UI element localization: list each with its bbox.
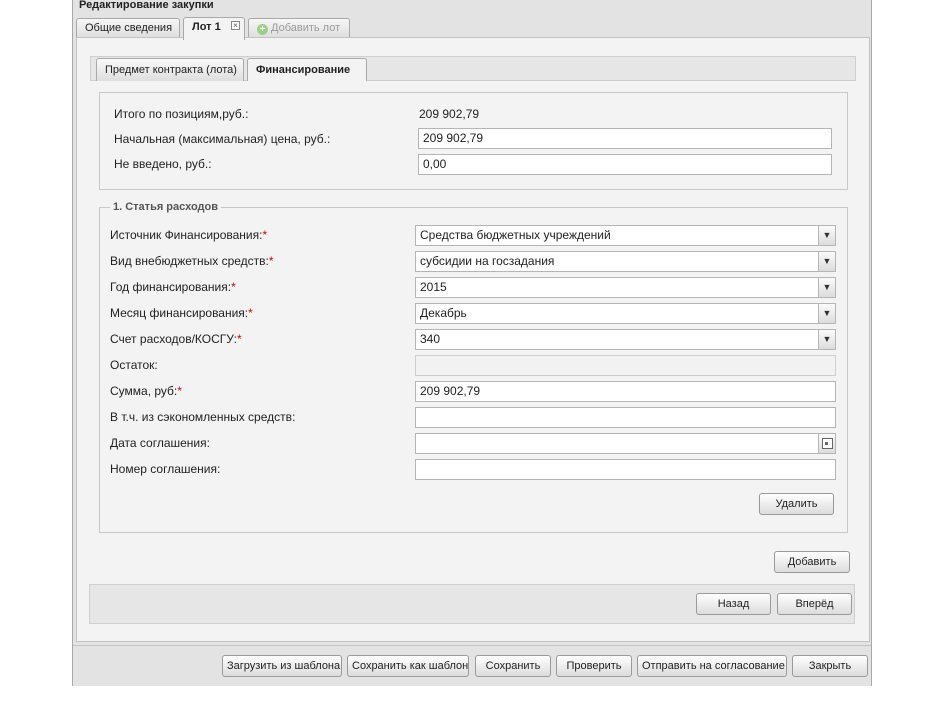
- bottom-toolbar: Загрузить из шаблона Сохранить как шабло…: [73, 645, 871, 686]
- load-template-button[interactable]: Загрузить из шаблона: [222, 655, 342, 677]
- required-mark: *: [248, 306, 253, 320]
- saved-funds-field[interactable]: [415, 407, 836, 428]
- sum-field[interactable]: 209 902,79: [415, 381, 836, 402]
- required-mark: *: [262, 228, 268, 242]
- total-value: 209 902,79: [419, 107, 480, 121]
- required-mark: *: [177, 384, 182, 398]
- tab-add-lot-label: Добавить лот: [271, 22, 341, 34]
- inner-tab-strip: Предмет контракта (лота) Финансирование: [90, 56, 856, 81]
- chevron-down-icon[interactable]: ▼: [818, 278, 835, 297]
- send-for-approval-button[interactable]: Отправить на согласование: [637, 655, 787, 677]
- tab-contract-subject-label: Предмет контракта (лота): [105, 64, 237, 76]
- tab-general-label: Общие сведения: [85, 22, 173, 34]
- tab-general[interactable]: Общие сведения: [76, 18, 180, 39]
- month-label: Месяц финансирования:*: [110, 306, 253, 320]
- not-entered-label: Не введено, руб.:: [114, 157, 212, 171]
- summary-box: Итого по позициям,руб.: 209 902,79 Начал…: [99, 92, 848, 190]
- back-button[interactable]: Назад: [696, 593, 771, 615]
- expense-article-box: 1. Статья расходов Источник Финансирован…: [99, 201, 848, 533]
- tab-lot-1[interactable]: Лот 1 ×: [183, 17, 245, 40]
- saved-funds-label: В т.ч. из сэкономленных средств:: [110, 410, 296, 424]
- delete-button[interactable]: Удалить: [759, 493, 834, 515]
- chevron-down-icon[interactable]: ▼: [818, 252, 835, 271]
- sum-label: Сумма, руб:*: [110, 384, 182, 398]
- tab-financing[interactable]: Финансирование: [247, 58, 367, 81]
- extra-funds-label: Вид внебюджетных средств:*: [110, 254, 274, 268]
- save-template-button[interactable]: Сохранить как шаблон: [347, 655, 469, 677]
- not-entered-field[interactable]: 0,00: [418, 154, 832, 175]
- extra-funds-select[interactable]: субсидии на госзадания ▼: [415, 251, 836, 272]
- calendar-icon[interactable]: [818, 434, 835, 453]
- tab-financing-label: Финансирование: [256, 64, 351, 76]
- required-mark: *: [231, 280, 236, 294]
- required-mark: *: [236, 332, 242, 346]
- chevron-down-icon[interactable]: ▼: [818, 226, 835, 245]
- forward-button[interactable]: Вперёд: [777, 593, 852, 615]
- year-label: Год финансирования:*: [110, 280, 236, 294]
- not-entered-value: 0,00: [423, 157, 447, 171]
- check-button[interactable]: Проверить: [556, 655, 632, 677]
- source-value: Средства бюджетных учреждений: [420, 228, 611, 242]
- window-title: Редактирование закупки: [79, 0, 214, 11]
- source-label: Источник Финансирования:*: [110, 228, 268, 242]
- remainder-label: Остаток:: [110, 358, 158, 372]
- agreement-number-label: Номер соглашения:: [110, 462, 221, 476]
- tab-add-lot[interactable]: + Добавить лот: [248, 18, 350, 39]
- save-button[interactable]: Сохранить: [475, 655, 551, 677]
- add-button[interactable]: Добавить: [774, 551, 850, 573]
- plus-icon: +: [257, 24, 268, 35]
- initial-price-label: Начальная (максимальная) цена, руб.:: [114, 132, 331, 146]
- year-select[interactable]: 2015 ▼: [415, 277, 836, 298]
- month-select[interactable]: Декабрь ▼: [415, 303, 836, 324]
- required-mark: *: [268, 254, 274, 268]
- extra-funds-value: субсидии на госзадания: [420, 254, 555, 268]
- purchase-edit-window: Редактирование закупки Общие сведения Ло…: [72, 0, 872, 686]
- sum-value: 209 902,79: [420, 384, 481, 398]
- close-icon[interactable]: ×: [231, 21, 240, 30]
- close-button[interactable]: Закрыть: [792, 655, 868, 677]
- month-value: Декабрь: [420, 306, 467, 320]
- account-select[interactable]: 340 ▼: [415, 329, 836, 350]
- agreement-number-field[interactable]: [415, 459, 836, 480]
- tab-contract-subject[interactable]: Предмет контракта (лота): [96, 58, 244, 81]
- account-value: 340: [420, 332, 441, 346]
- agreement-date-label: Дата соглашения:: [110, 436, 210, 450]
- navigation-bar: Назад Вперёд: [89, 584, 855, 624]
- initial-price-value: 209 902,79: [423, 131, 484, 145]
- chevron-down-icon[interactable]: ▼: [818, 330, 835, 349]
- chevron-down-icon[interactable]: ▼: [818, 304, 835, 323]
- year-value: 2015: [420, 280, 447, 294]
- agreement-date-field[interactable]: [415, 433, 836, 454]
- tab-lot-1-label: Лот 1: [192, 21, 221, 33]
- remainder-field: [415, 355, 836, 376]
- initial-price-field[interactable]: 209 902,79: [418, 128, 832, 149]
- total-label: Итого по позициям,руб.:: [114, 107, 249, 121]
- account-label: Счет расходов/КОСГУ:*: [110, 332, 242, 346]
- expense-article-legend: 1. Статья расходов: [110, 201, 221, 213]
- source-select[interactable]: Средства бюджетных учреждений ▼: [415, 225, 836, 246]
- lot-panel: Предмет контракта (лота) Финансирование …: [76, 37, 870, 642]
